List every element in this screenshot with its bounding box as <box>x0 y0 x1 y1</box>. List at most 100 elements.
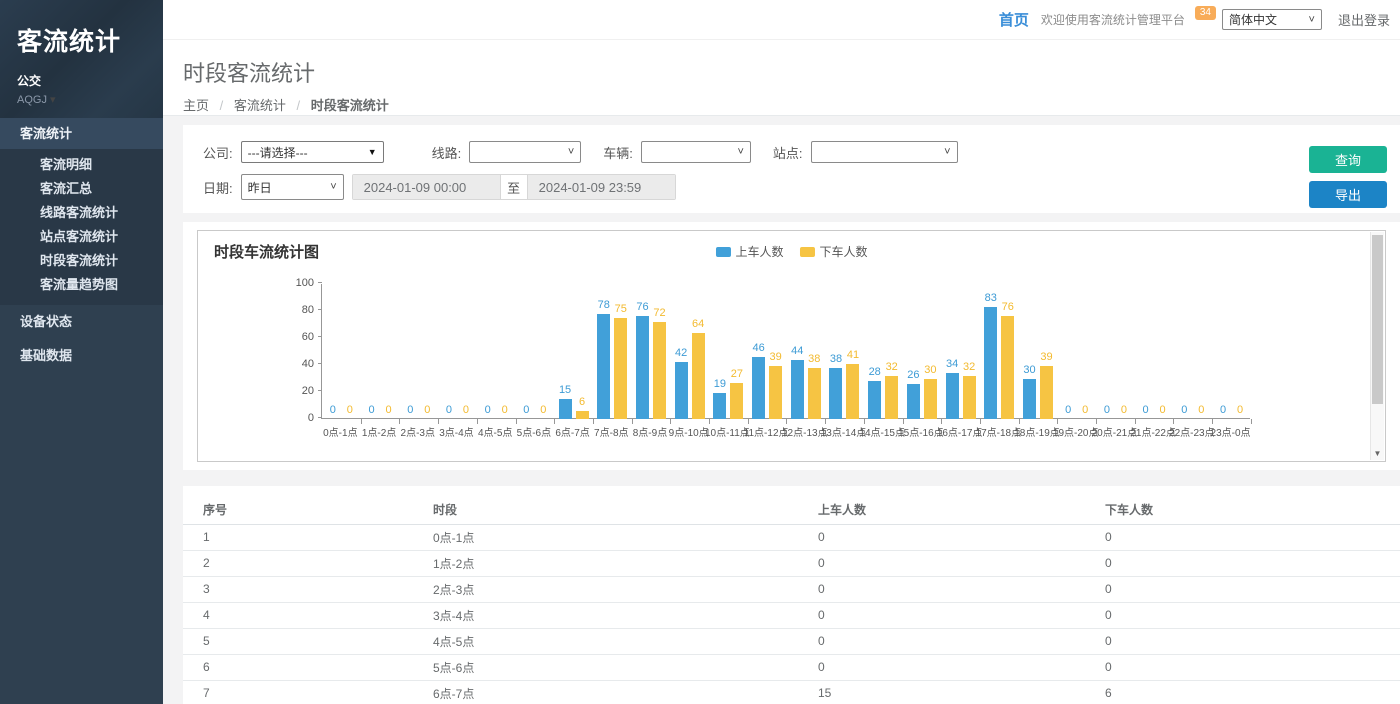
bar-value-label: 0 <box>485 404 491 416</box>
top-navbar: 首页 欢迎使用客流统计管理平台 34 简体中文 ˅ 退出登录 <box>163 0 1400 40</box>
y-axis-tick <box>318 363 322 364</box>
x-axis-label: 22点-23点 <box>1172 424 1211 439</box>
bar-下车人数: 41 <box>846 364 859 419</box>
scrollbar-thumb[interactable] <box>1372 235 1383 404</box>
legend-label: 下车人数 <box>820 243 868 260</box>
bar-group: 00 <box>1135 284 1174 419</box>
x-axis-label: 2点-3点 <box>398 424 437 439</box>
bar-value-label: 64 <box>692 318 704 330</box>
chart-vertical-scrollbar[interactable]: ▼ <box>1370 232 1384 460</box>
table-cell: 2 <box>183 550 413 576</box>
bar-group: 00 <box>1057 284 1096 419</box>
sidebar-subitem[interactable]: 客流量趋势图 <box>0 273 163 297</box>
bar-group: 3432 <box>941 284 980 419</box>
bar-value-label: 38 <box>830 353 842 365</box>
table-column-header: 时段 <box>413 496 798 524</box>
org-code-dropdown[interactable]: AQGJ ▾ <box>17 93 163 106</box>
legend-item[interactable]: 下车人数 <box>800 243 868 260</box>
bar-value-label: 39 <box>1040 351 1052 363</box>
y-axis-tick <box>318 417 322 418</box>
line-select[interactable]: ˅ <box>469 141 581 163</box>
bar-下车人数: 27 <box>730 383 743 419</box>
bar-上车人数: 19 <box>713 393 726 419</box>
sidebar-item[interactable]: 基础数据 <box>0 339 163 373</box>
x-axis-label: 6点-7点 <box>553 424 592 439</box>
notification-badge[interactable]: 34 <box>1195 6 1216 20</box>
table-cell: 0点-1点 <box>413 524 798 550</box>
date-preset-select[interactable]: 昨日 ˅ <box>241 174 344 200</box>
sidebar-subitem[interactable]: 客流汇总 <box>0 177 163 201</box>
date-from-input[interactable]: 2024-01-09 00:00 <box>353 175 500 199</box>
x-axis-label: 18点-19点 <box>1018 424 1057 439</box>
table-cell: 5 <box>183 628 413 654</box>
bar-下车人数: 30 <box>924 379 937 420</box>
legend-item[interactable]: 上车人数 <box>715 243 783 260</box>
chevron-down-icon: ▾ <box>50 94 56 106</box>
sidebar-section-passenger-stats[interactable]: 客流统计 <box>0 118 163 149</box>
bar-value-label: 75 <box>615 303 627 315</box>
table-cell: 0 <box>1085 628 1400 654</box>
chart-panel: 时段车流统计图 上车人数下车人数 00000000000015678757672… <box>183 222 1400 470</box>
y-axis-label: 0 <box>276 412 314 424</box>
table-header-row: 序号时段上车人数下车人数 <box>183 496 1400 524</box>
sidebar-item[interactable]: 设备状态 <box>0 305 163 339</box>
breadcrumb-home[interactable]: 主页 <box>183 98 209 113</box>
bar-value-label: 76 <box>1002 301 1014 313</box>
sidebar-subitem[interactable]: 客流明细 <box>0 153 163 177</box>
y-axis-label: 60 <box>276 331 314 343</box>
home-link[interactable]: 首页 <box>999 9 1029 30</box>
chart-bars: 0000000000001567875767242641927463944383… <box>322 284 1250 419</box>
bar-group: 00 <box>1096 284 1135 419</box>
table-cell: 4 <box>183 602 413 628</box>
bar-上车人数: 30 <box>1023 379 1036 420</box>
bar-value-label: 32 <box>886 361 898 373</box>
sidebar-subitem[interactable]: 线路客流统计 <box>0 201 163 225</box>
welcome-text: 欢迎使用客流统计管理平台 <box>1041 11 1185 28</box>
bar-value-label: 0 <box>385 404 391 416</box>
x-axis-label: 21点-22点 <box>1134 424 1173 439</box>
bar-value-label: 0 <box>1160 404 1166 416</box>
bar-value-label: 0 <box>1181 404 1187 416</box>
bar-group: 4639 <box>748 284 787 419</box>
query-button[interactable]: 查询 <box>1309 146 1387 173</box>
x-axis-label: 13点-14点 <box>824 424 863 439</box>
bar-value-label: 6 <box>579 396 585 408</box>
vehicle-select[interactable]: ˅ <box>641 141 751 163</box>
bar-下车人数: 39 <box>769 366 782 419</box>
bar-group: 2630 <box>903 284 942 419</box>
table-cell: 0 <box>798 550 1085 576</box>
chevron-down-icon: ˅ <box>568 146 574 158</box>
bar-value-label: 0 <box>1198 404 1204 416</box>
sidebar-subitem[interactable]: 时段客流统计 <box>0 249 163 273</box>
bar-group: 2832 <box>864 284 903 419</box>
bar-上车人数: 42 <box>675 362 688 419</box>
bar-value-label: 0 <box>368 404 374 416</box>
data-table-panel: 序号时段上车人数下车人数 10点-1点0021点-2点0032点-3点0043点… <box>183 486 1400 704</box>
station-select[interactable]: ˅ <box>811 141 958 163</box>
scrollbar-down-arrow-icon[interactable]: ▼ <box>1371 449 1384 458</box>
bar-group: 00 <box>1173 284 1212 419</box>
x-axis-label: 10点-11点 <box>708 424 747 439</box>
bar-value-label: 0 <box>540 404 546 416</box>
dropdown-triangle-icon: ▼ <box>368 147 377 157</box>
export-button[interactable]: 导出 <box>1309 181 1387 208</box>
sidebar-subitem[interactable]: 站点客流统计 <box>0 225 163 249</box>
bar-value-label: 30 <box>924 364 936 376</box>
company-select[interactable]: ---请选择--- ▼ <box>241 141 384 163</box>
breadcrumb-separator: / <box>220 98 224 113</box>
bar-上车人数: 46 <box>752 357 765 419</box>
x-axis-label: 7点-8点 <box>592 424 631 439</box>
breadcrumb-passenger-stats[interactable]: 客流统计 <box>234 98 286 113</box>
bar-下车人数: 32 <box>963 376 976 419</box>
bar-value-label: 0 <box>1082 404 1088 416</box>
logout-link[interactable]: 退出登录 <box>1338 10 1390 29</box>
page-heading: 时段客流统计 主页 / 客流统计 / 时段客流统计 <box>163 40 1400 116</box>
x-axis-label: 1点-2点 <box>360 424 399 439</box>
x-axis-label: 9点-10点 <box>669 424 708 439</box>
table-cell: 1 <box>183 524 413 550</box>
date-to-input[interactable]: 2024-01-09 23:59 <box>528 175 675 199</box>
table-cell: 3点-4点 <box>413 602 798 628</box>
language-select[interactable]: 简体中文 ˅ <box>1222 9 1322 30</box>
bar-value-label: 41 <box>847 349 859 361</box>
bar-value-label: 0 <box>1220 404 1226 416</box>
